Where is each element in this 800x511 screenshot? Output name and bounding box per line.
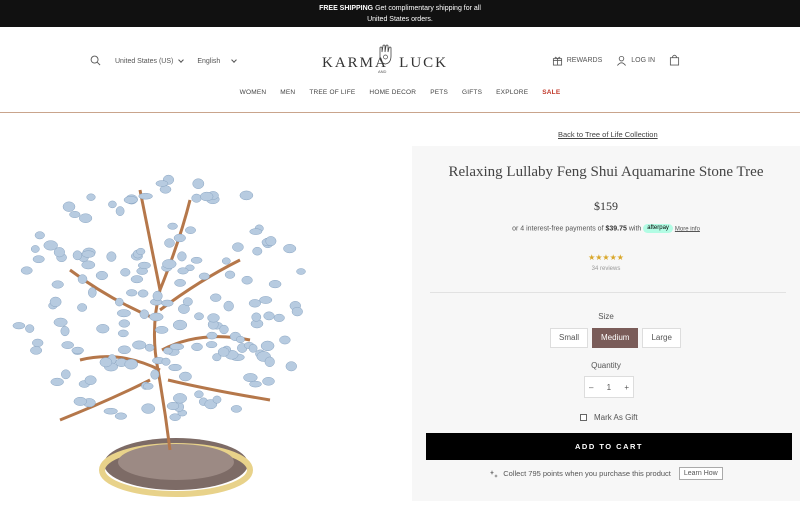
size-medium-button[interactable]: Medium [592,328,639,348]
header-right: REWARDS LOG IN [552,54,680,66]
nav-gifts[interactable]: GIFTS [462,89,482,96]
promo-text: Get complimentary shipping for all [373,5,481,12]
back-to-collection-link[interactable]: Back to Tree of Life Collection [558,130,658,139]
user-icon [617,55,627,66]
quantity-label: Quantity [591,361,621,370]
gift-label: Mark As Gift [594,413,638,422]
country-label: United States (US) [115,58,174,65]
nav-pets[interactable]: PETS [430,89,448,96]
afterpay-amount: $39.75 [605,225,627,233]
gift-checkbox[interactable] [580,414,587,421]
language-label: English [197,58,221,65]
quantity-minus-button[interactable]: – [589,383,593,392]
promo-banner: FREE SHIPPING Get complimentary shipping… [0,0,800,27]
country-select[interactable]: United States (US) [115,57,185,65]
quantity-stepper: – 1 + [584,376,634,398]
add-to-cart-button[interactable]: ADD TO CART [426,433,792,460]
nav-explore[interactable]: EXPLORE [496,89,528,96]
logo-and: AND [378,69,387,74]
site-logo[interactable]: KARMA AND LUCK [320,41,450,75]
size-small-button[interactable]: Small [550,328,589,348]
afterpay-badge: afterpay [643,224,673,233]
cart-link[interactable] [669,54,680,66]
login-label: LOG IN [631,56,655,64]
mark-as-gift[interactable]: Mark As Gift [580,413,638,422]
rewards-link[interactable]: REWARDS [552,55,603,66]
afterpay-more-info-link[interactable]: More info [675,226,700,232]
product-title: Relaxing Lullaby Feng Shui Aquamarine St… [448,164,764,180]
main-nav: WOMEN MEN TREE OF LIFE HOME DECOR PETS G… [0,89,800,96]
quantity-input[interactable]: 1 [607,383,611,392]
sparkle-icon [490,469,499,478]
size-label: Size [598,312,614,321]
points-text: Collect 795 points when you purchase thi… [503,469,671,478]
chevron-down-icon [231,57,238,63]
size-options: Small Medium Large [550,328,681,348]
product-image [12,174,306,497]
login-link[interactable]: LOG IN [616,55,655,66]
points-info: Collect 795 points when you purchase thi… [412,467,800,480]
search-icon[interactable] [90,55,101,68]
nav-men[interactable]: MEN [280,89,295,96]
product-price: $159 [594,199,618,213]
gift-icon [552,56,562,65]
rewards-label: REWARDS [566,56,603,64]
quantity-plus-button[interactable]: + [624,383,629,392]
afterpay-with: with [626,225,644,233]
afterpay-info: or 4 interest-free payments of $39.75 wi… [412,224,800,233]
logo-word-right: LUCK [399,55,448,71]
afterpay-pre: or 4 interest-free payments of [512,225,606,233]
size-large-button[interactable]: Large [642,328,681,348]
divider [430,292,786,293]
header-left: United States (US) English [90,55,238,68]
language-select[interactable]: English [197,57,238,65]
nav-women[interactable]: WOMEN [240,89,267,96]
nav-sale[interactable]: SALE [542,89,560,96]
chevron-down-icon [178,57,185,63]
bag-icon [669,54,680,66]
nav-tree-of-life[interactable]: TREE OF LIFE [309,89,355,96]
learn-how-button[interactable]: Learn How [678,467,723,480]
nav-home-decor[interactable]: HOME DECOR [369,89,416,96]
promo-line2: United States orders. [367,16,433,23]
star-rating[interactable]: ★★★★★ [412,253,800,262]
site-header: United States (US) English KARMA AND LUC… [0,27,800,113]
review-count[interactable]: 34 reviews [412,266,800,272]
promo-bold: FREE SHIPPING [319,5,374,12]
hamsa-logo-icon [379,44,392,65]
